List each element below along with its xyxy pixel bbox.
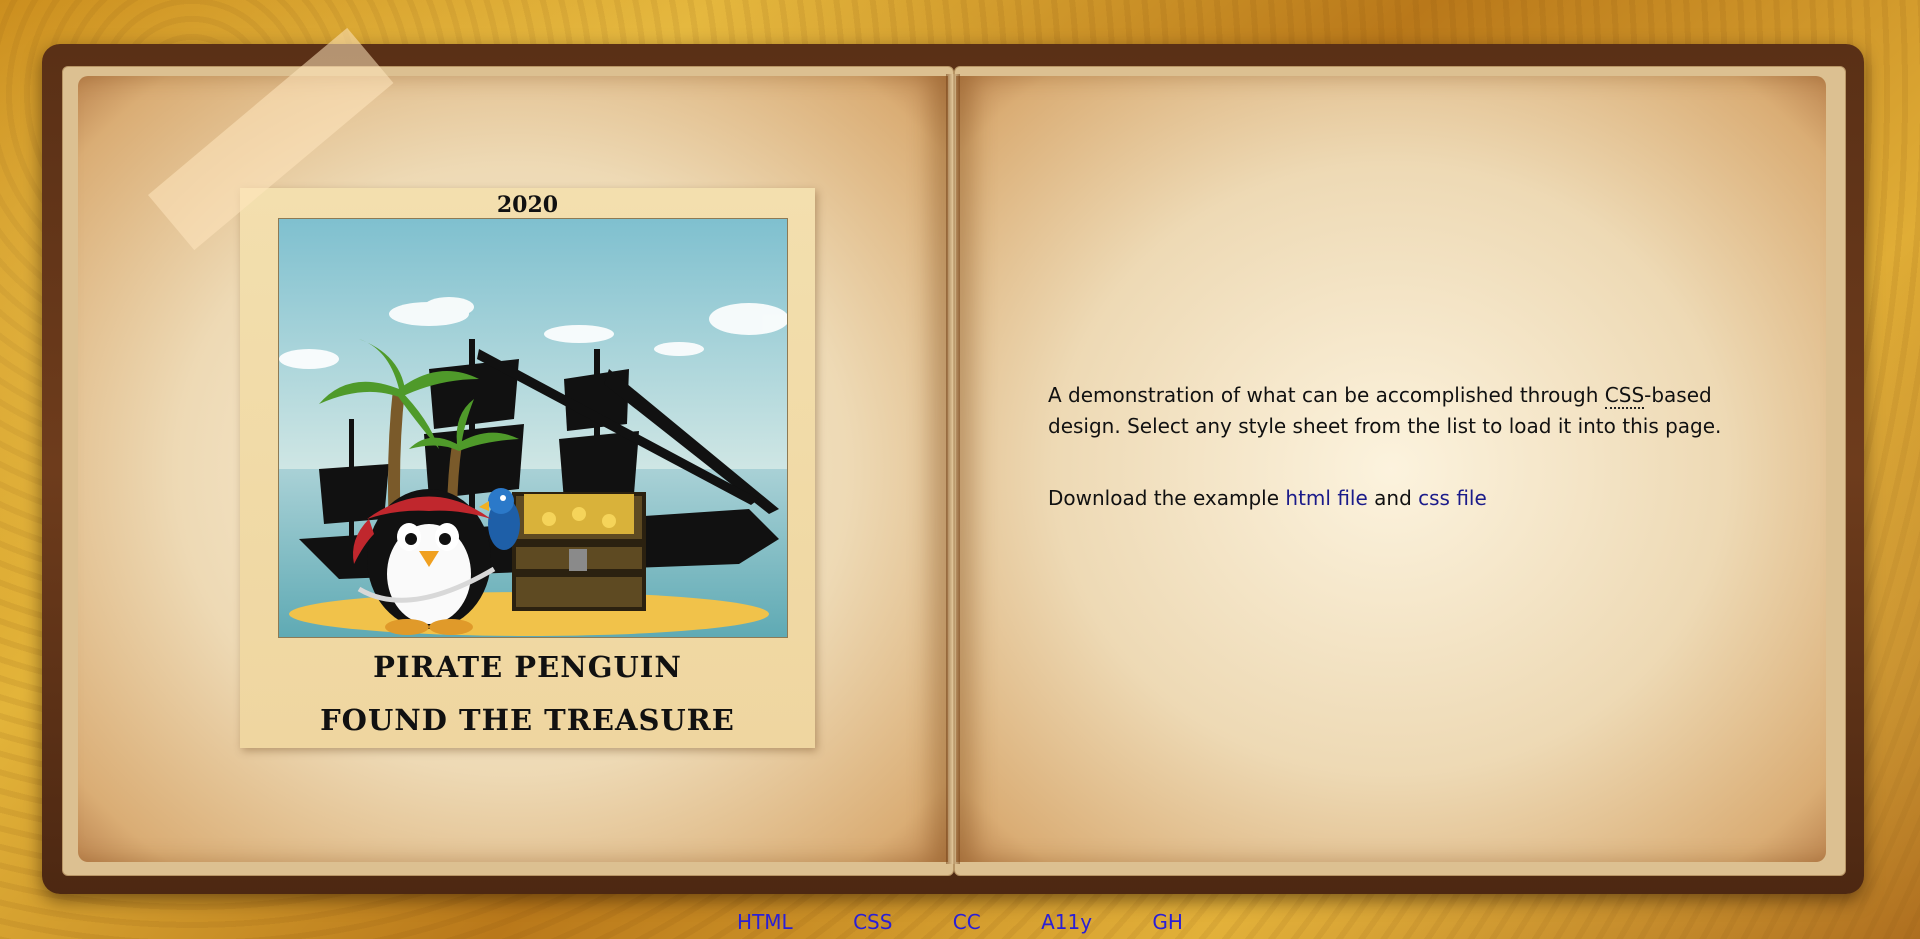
- footer-link-a11y[interactable]: A11y: [1041, 910, 1092, 934]
- intro-text-start: A demonstration of what can be accomplis…: [1048, 383, 1605, 407]
- book-spine: [946, 74, 960, 864]
- download-middle: and: [1367, 486, 1419, 510]
- photo-caption-line1: PIRATE PENGUIN: [373, 650, 682, 684]
- footer-link-html[interactable]: HTML: [737, 910, 793, 934]
- css-file-link[interactable]: css file: [1418, 486, 1487, 510]
- footer-link-cc[interactable]: CC: [953, 910, 981, 934]
- footer-nav: HTML CSS CC A11y GH: [0, 910, 1920, 934]
- download-line: Download the example html file and css f…: [1048, 486, 1487, 510]
- download-prefix: Download the example: [1048, 486, 1286, 510]
- footer-link-gh[interactable]: GH: [1152, 910, 1183, 934]
- footer-link-css[interactable]: CSS: [853, 910, 892, 934]
- pirate-penguin-illustration: [278, 218, 788, 638]
- html-file-link[interactable]: html file: [1285, 486, 1367, 510]
- polaroid-photo: 2020 PIRATE PENGUIN FOUND THE TREASURE: [240, 188, 815, 748]
- photo-year: 2020: [496, 192, 559, 218]
- intro-paragraph: A demonstration of what can be accomplis…: [1048, 380, 1768, 442]
- pirate-scene-image: [279, 219, 787, 637]
- photo-caption-line2: FOUND THE TREASURE: [320, 703, 735, 737]
- right-page: [956, 76, 1826, 862]
- css-abbreviation: CSS: [1604, 383, 1645, 409]
